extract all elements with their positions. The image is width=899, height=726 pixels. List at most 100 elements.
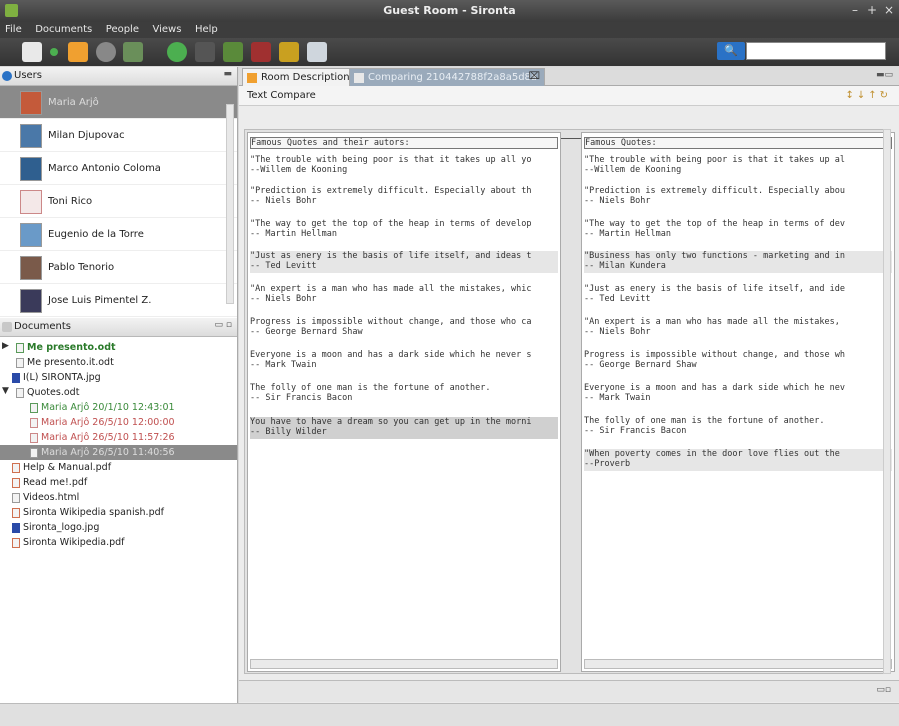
quote-block: "An expert is a man who has made all the… (250, 284, 532, 304)
quote-block: "The way to get the top of the heap in t… (250, 219, 532, 239)
maximize-icon[interactable]: + (866, 3, 878, 17)
tab-bar: Room Description Comparing 210442788f2a8… (239, 67, 899, 86)
right-pane: Room Description Comparing 210442788f2a8… (239, 67, 899, 703)
avatar (20, 124, 42, 148)
version-item[interactable]: Maria Arjô 20/1/10 12:43:01 (0, 400, 237, 415)
clock-icon[interactable] (96, 42, 116, 62)
minimize-icon[interactable]: – (849, 3, 861, 17)
document-item[interactable]: Sironta Wikipedia spanish.pdf (0, 505, 237, 520)
panel-controls-icon[interactable]: ▭ ▫ (215, 320, 232, 330)
search-button[interactable]: 🔍 (717, 42, 745, 60)
menu-documents[interactable]: Documents (30, 23, 97, 36)
quote-block: Famous Quotes and their autors: (250, 137, 558, 149)
left-text-pane[interactable]: Famous Quotes and their autors: "The tro… (247, 132, 561, 672)
left-horizontal-scrollbar[interactable] (250, 659, 558, 669)
collapse-icon[interactable]: ▼ (2, 386, 9, 396)
door-icon[interactable] (68, 42, 88, 62)
avatar (20, 256, 42, 280)
document-item[interactable]: Help & Manual.pdf (0, 460, 237, 475)
maximize-editor-icon[interactable]: ▬▭ (876, 70, 893, 80)
disk-icon[interactable] (307, 42, 327, 62)
avatar (20, 190, 42, 214)
restore-panel-icon[interactable]: ▭▫ (876, 685, 891, 695)
close-icon[interactable]: × (883, 3, 895, 17)
door-icon (247, 73, 257, 83)
user-name: Jose Luis Pimentel Z. (48, 295, 152, 306)
info-icon (2, 71, 12, 81)
document-item[interactable]: Videos.html (0, 490, 237, 505)
image-icon (12, 523, 20, 533)
window-title: Guest Room - Sironta (383, 4, 516, 17)
user-item[interactable]: Maria Arjô (0, 86, 237, 119)
search-input[interactable] (746, 42, 886, 60)
document-item[interactable]: Sironta Wikipedia.pdf (0, 535, 237, 550)
menu-views[interactable]: Views (148, 23, 187, 36)
film-yellow-icon[interactable] (279, 42, 299, 62)
quote-block: Everyone is a moon and has a dark side w… (250, 350, 532, 370)
version-item[interactable]: Maria Arjô 26/5/10 12:00:00 (0, 415, 237, 430)
user-name: Eugenio de la Torre (48, 229, 144, 240)
compare-icon (354, 73, 364, 83)
user-name: Marco Antonio Coloma (48, 163, 161, 174)
bottom-panel: ▭▫ (239, 680, 899, 702)
pdf-icon (12, 463, 20, 473)
user-item[interactable]: Pablo Tenorio (0, 251, 237, 284)
tab-comparing[interactable]: Comparing 210442788f2a8a5d8a ⌧ (349, 68, 545, 86)
image-icon (12, 373, 20, 383)
users-list: Maria Arjô Milan Djupovac Marco Antonio … (0, 86, 237, 318)
user-item[interactable]: Marco Antonio Coloma (0, 152, 237, 185)
quote-block: You have to have a dream so you can get … (250, 417, 558, 439)
document-item[interactable]: Me presento.it.odt (0, 355, 237, 370)
film-icon[interactable] (195, 42, 215, 62)
quote-block: "Prediction is extremely difficult. Espe… (584, 186, 845, 206)
document-item[interactable]: Read me!.pdf (0, 475, 237, 490)
right-horizontal-scrollbar[interactable] (584, 659, 892, 669)
user-status-icon[interactable] (22, 42, 42, 62)
users-panel-header: Users ▬ (0, 67, 237, 86)
film-green-icon[interactable] (223, 42, 243, 62)
documents-panel-title: Documents (14, 321, 72, 332)
html-icon (12, 493, 20, 503)
quote-block: Progress is impossible without change, a… (584, 350, 845, 370)
menu-people[interactable]: People (101, 23, 144, 36)
film-red-icon[interactable] (251, 42, 271, 62)
compare-nav-icons[interactable]: ↕↓↑↻ (845, 90, 891, 101)
close-tab-icon[interactable]: ⌧ (528, 71, 540, 82)
quote-block: "An expert is a man who has made all the… (584, 317, 840, 337)
document-item[interactable]: Sironta_logo.jpg (0, 520, 237, 535)
users-scrollbar[interactable] (226, 104, 234, 304)
user-item[interactable]: Toni Rico (0, 185, 237, 218)
version-item[interactable]: Maria Arjô 26/5/10 11:57:26 (0, 430, 237, 445)
compare-vertical-scrollbar[interactable] (883, 129, 891, 674)
quote-block: "The way to get the top of the heap in t… (584, 219, 845, 239)
status-bar (0, 703, 899, 726)
avatar (20, 91, 42, 115)
document-item[interactable]: ▶ Me presento.odt (0, 340, 237, 355)
tools-icon[interactable] (123, 42, 143, 62)
documents-panel-header: Documents ▭ ▫ (0, 318, 237, 337)
document-icon (16, 358, 24, 368)
user-name: Milan Djupovac (48, 130, 125, 141)
document-icon (16, 343, 24, 353)
user-item[interactable]: Milan Djupovac (0, 119, 237, 152)
text-compare-area: Famous Quotes and their autors: "The tro… (244, 129, 895, 674)
pdf-icon (12, 538, 20, 548)
documents-tree: ▶ Me presento.odt Me presento.it.odt I(L… (0, 340, 237, 550)
quote-block: Famous Quotes: (584, 137, 892, 149)
version-item[interactable]: Maria Arjô 26/5/10 11:40:56 (0, 445, 237, 460)
avatar (20, 223, 42, 247)
menu-file[interactable]: File (0, 23, 27, 36)
document-icon (30, 433, 38, 443)
menu-help[interactable]: Help (190, 23, 223, 36)
users-panel-title: Users (14, 70, 43, 81)
tab-room-description[interactable]: Room Description (242, 68, 355, 86)
document-item[interactable]: I(L) SIRONTA.jpg (0, 370, 237, 385)
right-text-pane[interactable]: Famous Quotes: "The trouble with being p… (581, 132, 895, 672)
expand-icon[interactable]: ▶ (2, 341, 9, 351)
user-item[interactable]: Eugenio de la Torre (0, 218, 237, 251)
minimize-panel-icon[interactable]: ▬ (223, 69, 232, 79)
document-item[interactable]: ▼ Quotes.odt (0, 385, 237, 400)
quote-block: "Business has only two functions - marke… (584, 251, 892, 273)
user-item[interactable]: Jose Luis Pimentel Z. (0, 284, 237, 317)
refresh-icon[interactable] (167, 42, 187, 62)
